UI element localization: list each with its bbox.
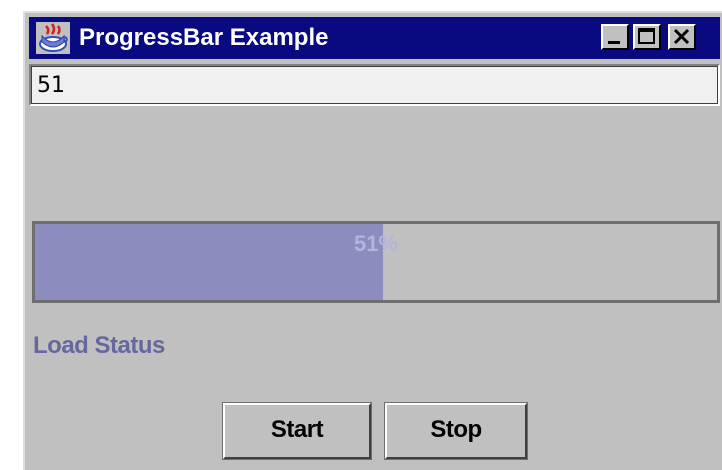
progress-value-field[interactable]: 51 [29,64,720,106]
stop-button[interactable]: Stop [384,402,528,460]
close-button[interactable] [668,24,696,50]
progress-bar: 51% [32,221,720,303]
app-window: ProgressBar Example 51 51% Load Status S… [23,11,722,470]
progress-percent-label: 51% [353,231,399,256]
minimize-button[interactable] [601,24,629,50]
title-bar[interactable]: ProgressBar Example [29,17,720,59]
maximize-icon [638,28,655,44]
java-cup-icon [36,22,70,54]
window-title: ProgressBar Example [79,24,329,51]
close-icon [673,28,690,45]
progress-value-text: 51 [37,73,65,98]
load-status-label: Load Status [33,332,165,359]
maximize-button[interactable] [633,24,661,50]
minimize-icon [608,41,620,44]
start-button[interactable]: Start [222,402,372,460]
